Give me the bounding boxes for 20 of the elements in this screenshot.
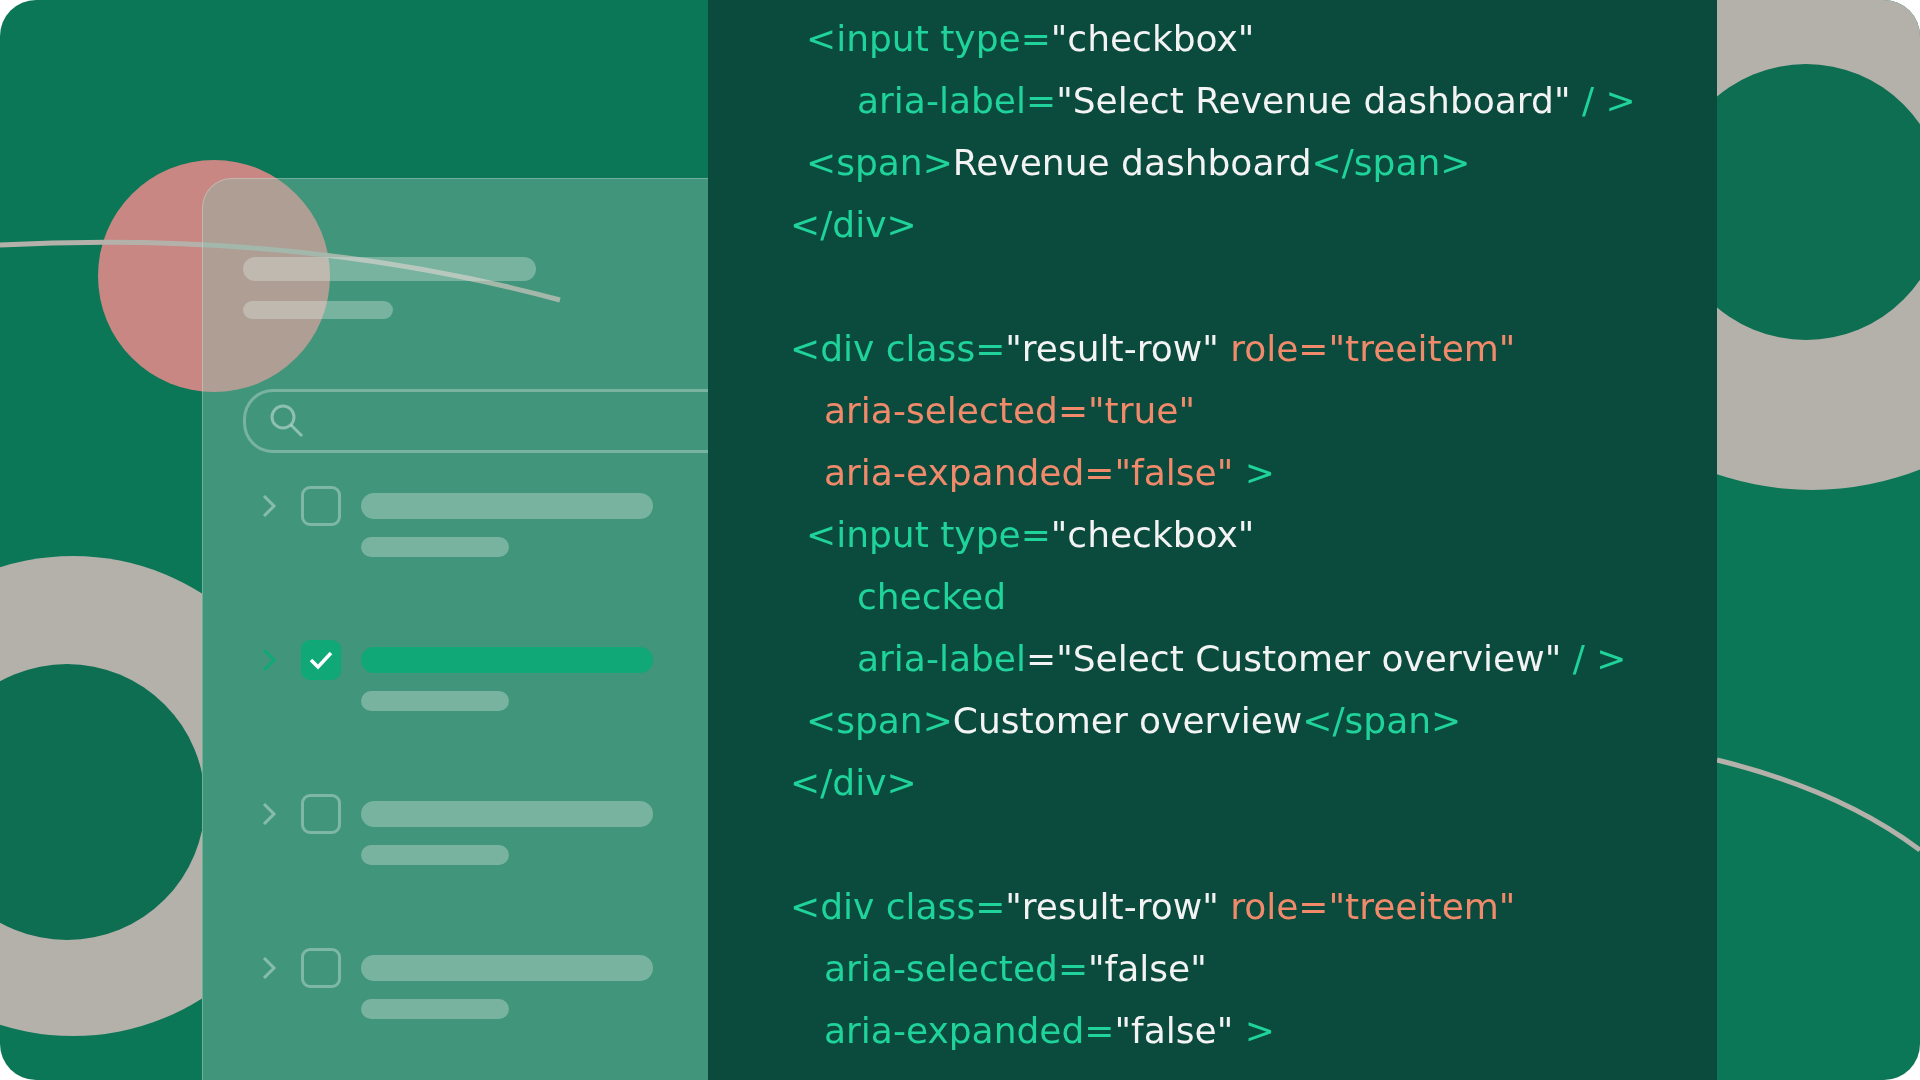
code-line: <span>Customer overview</span> <box>805 699 1463 743</box>
code-line: <input type="checkbox" <box>805 513 1256 557</box>
code-line: aria-expanded="false" > <box>823 451 1276 495</box>
code-line: <div class="result-row" role="treeitem" <box>790 885 1517 929</box>
code-line: aria-selected="true" <box>823 389 1197 433</box>
code-line: <input type="checkbox" <box>805 17 1256 61</box>
code-line: aria-label="Select Customer overview" / > <box>856 637 1628 681</box>
code-line: checked <box>856 575 1008 619</box>
check-icon <box>308 649 334 671</box>
code-line: <span>Revenue dashboard</span> <box>805 141 1472 185</box>
chevron-icon[interactable] <box>261 647 277 673</box>
code-line: aria-expanded="false" > <box>823 1009 1276 1053</box>
code-line: </div> <box>790 203 918 247</box>
code-line: aria-label="Select Revenue dashboard" / > <box>856 79 1637 123</box>
code-line: </div> <box>790 761 918 805</box>
code-line: aria-selected="false" <box>823 947 1208 991</box>
checkbox[interactable] <box>301 640 341 680</box>
search-icon <box>268 402 306 440</box>
code-line: <div class="result-row" role="treeitem" <box>790 327 1517 371</box>
search-field[interactable] <box>243 389 708 453</box>
